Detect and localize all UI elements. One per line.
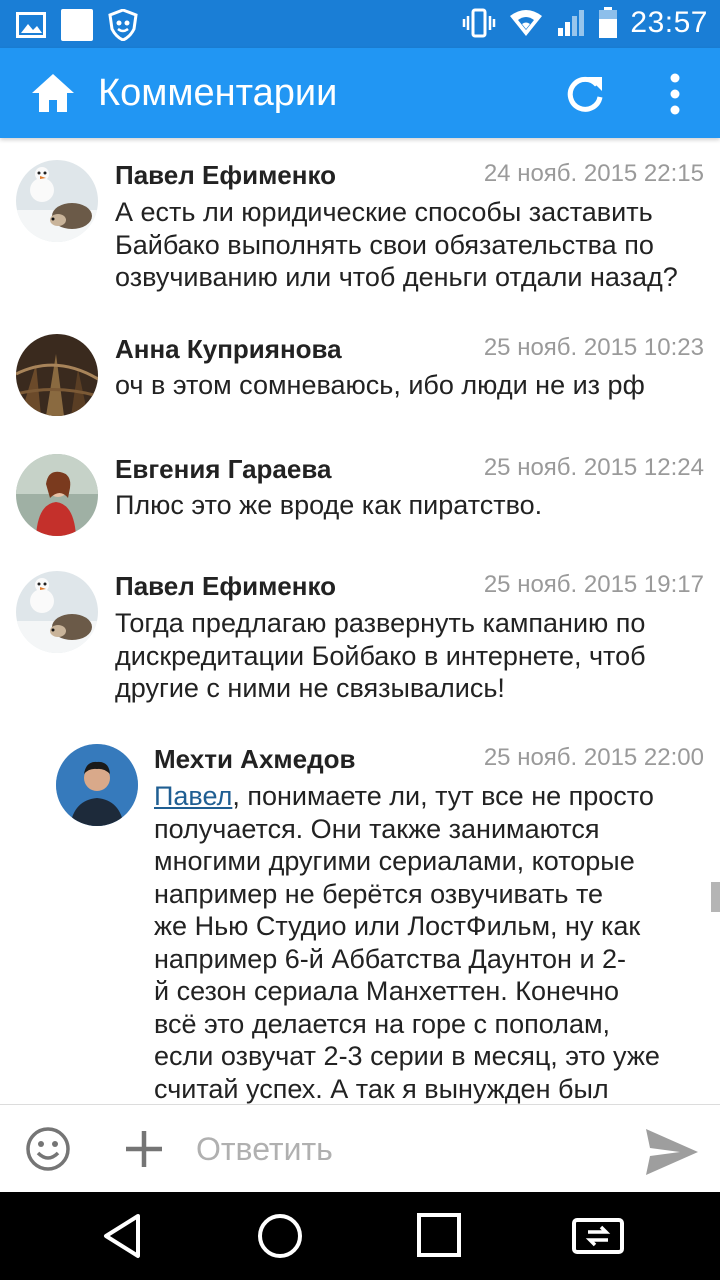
signal-icon [558,10,585,36]
comment-reply-item[interactable]: Мехти Ахмедов 25 нояб. 2015 22:00 Павел,… [0,728,720,1104]
comment-line: например 6-й Аббатства Даунтон и 2- [154,943,627,974]
comment-line: же Нью Студио или ЛостФильм, ну как [154,911,641,941]
comment-item[interactable]: Павел Ефименко 24 нояб. 2015 22:15 А ест… [0,138,720,308]
comment-author[interactable]: Павел Ефименко [115,160,336,191]
comment-line: А есть ли юридические способы заставить [115,197,653,227]
comment-line: другие с ними не связывались! [115,673,505,703]
reply-input[interactable] [196,1125,616,1173]
page-title: Комментарии [98,72,338,114]
app-bar: Комментарии [0,48,720,138]
comment-line: Тогда предлагаю развернуть кампанию по [115,608,646,638]
comments-list[interactable]: Павел Ефименко 24 нояб. 2015 22:15 А ест… [0,138,720,1104]
avatar[interactable] [16,454,98,536]
notification-square-icon [61,9,93,41]
screen-switch-icon[interactable] [570,1212,626,1260]
avatar[interactable] [56,744,138,826]
comment-line: Плюс это же вроде как пиратство. [115,490,543,520]
gallery-icon [16,12,46,38]
comment-item[interactable]: Павел Ефименко 25 нояб. 2015 19:17 Тогда… [0,550,720,725]
comment-line: всё это делается на горе с пополам, [154,1008,611,1039]
emoji-icon[interactable] [25,1126,71,1172]
comment-line-rest: , понимаете ли, тут все не просто [232,781,654,811]
more-vert-icon[interactable] [660,72,690,116]
app-shield-icon [108,9,138,41]
comment-author[interactable]: Мехти Ахмедов [154,744,355,775]
avatar[interactable] [16,334,98,416]
comment-line: Павел, понимаете ли, тут все не просто [154,780,710,813]
back-icon[interactable] [100,1212,144,1260]
home-circle-icon[interactable] [256,1212,304,1260]
comment-line: оч в этом сомневаюсь, ибо люди не из рф [115,370,645,400]
comment-text: оч в этом сомневаюсь, ибо люди не из рф [115,369,645,402]
comment-line: многими другими сериалами, которые [154,846,635,876]
comment-date: 25 нояб. 2015 19:17 [483,571,704,598]
comment-text: Тогда предлагаю развернуть кампанию по д… [115,607,646,705]
comment-line: й сезон сериала Манхеттен. Конечно [154,976,620,1006]
wifi-icon [510,10,543,36]
comment-date: 25 нояб. 2015 10:23 [483,334,704,361]
navigation-bar [0,1192,720,1280]
comment-text: А есть ли юридические способы заставить … [115,196,678,294]
comment-line: озвучиванию или чтоб деньги отдали назад… [115,262,678,292]
comment-line: дискредитации Бойбако в интернете, чтоб [115,640,646,671]
comment-line: например не берётся озвучивать те [154,878,604,909]
comment-line: получается. Они также занимаются [154,813,600,844]
comment-line: Байбако выполнять свои обязательства по [115,229,654,260]
mention-link[interactable]: Павел [154,781,232,811]
reply-bar [0,1104,720,1193]
comment-date: 25 нояб. 2015 12:24 [483,454,704,481]
comment-author[interactable]: Павел Ефименко [115,571,336,602]
comment-text: Плюс это же вроде как пиратство. [115,489,542,522]
comment-line: если озвучат 2-3 серии в месяц, это уже [154,1041,660,1071]
plus-icon[interactable] [124,1129,164,1169]
comment-item[interactable]: Евгения Гараева 25 нояб. 2015 12:24 Плюс… [0,430,720,548]
comment-text: Павел, понимаете ли, тут все не просто п… [154,780,710,1104]
recent-apps-icon[interactable] [416,1212,462,1258]
battery-icon [599,7,618,38]
comment-author[interactable]: Евгения Гараева [115,454,331,485]
comment-date: 24 нояб. 2015 22:15 [483,160,704,187]
avatar[interactable] [16,571,98,653]
home-icon[interactable] [30,72,76,114]
status-time: 23:57 [630,6,708,39]
avatar[interactable] [16,160,98,242]
comment-date: 25 нояб. 2015 22:00 [483,744,704,771]
send-icon[interactable] [644,1127,700,1177]
scrollbar-thumb[interactable] [711,882,720,912]
vibrate-icon [463,8,496,38]
status-bar: 23:57 [0,0,720,48]
comment-item[interactable]: Анна Куприянова 25 нояб. 2015 10:23 оч в… [0,310,720,428]
comment-author[interactable]: Анна Куприянова [115,334,342,365]
comment-line: считай успех. А так я вынужден был [154,1073,609,1104]
refresh-icon[interactable] [564,73,606,115]
